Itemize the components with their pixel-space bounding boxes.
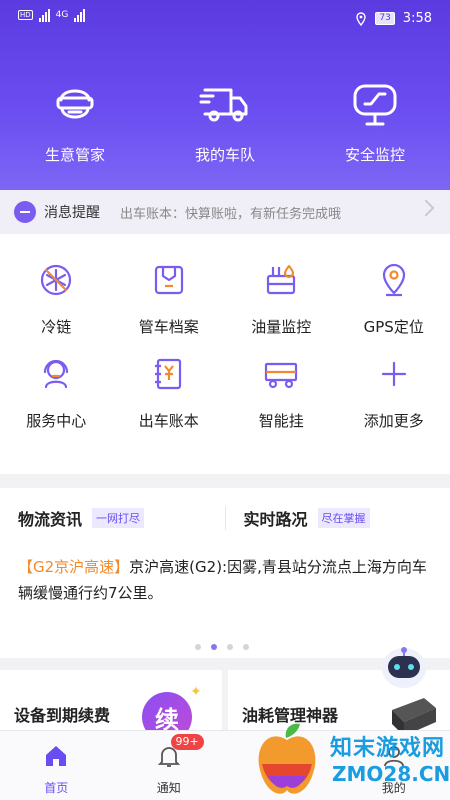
watermark-domain: ZMO28.CN	[332, 762, 450, 786]
carousel-dot[interactable]	[243, 644, 249, 650]
feature-grid: 冷链 管车档案 油量监控 GPS定位 服务中心 出车账本 智能挂 添加更多	[0, 234, 450, 474]
sparkle-icon: ✦	[190, 684, 202, 700]
grid-item-trip-ledger[interactable]: 出车账本	[113, 356, 226, 458]
grid-item-smart-trailer[interactable]: 智能挂	[225, 356, 338, 458]
tab-label: 通知	[156, 781, 181, 795]
news-tab-title: 物流资讯	[18, 510, 83, 529]
home-icon	[46, 746, 67, 766]
top-nav-steward[interactable]: 生意管家	[0, 78, 150, 165]
top-nav-label: 生意管家	[44, 146, 105, 164]
watermark: 知末游戏网 ZMO28.CN	[248, 718, 450, 800]
grid-item-fuel-monitor[interactable]: 油量监控	[225, 262, 338, 346]
snowflake-icon	[41, 264, 72, 296]
carousel-dot-active[interactable]	[211, 644, 217, 650]
carousel-dot[interactable]	[227, 644, 233, 650]
grid-item-add-more[interactable]: 添加更多	[338, 356, 450, 458]
network-label: 4G	[55, 10, 69, 20]
grid-item-label: 管车档案	[138, 318, 199, 336]
signal-icon	[74, 8, 86, 22]
status-bar: HD 4G 73 3:58	[0, 0, 450, 40]
news-highlight: 【G2京沪高速】	[18, 558, 130, 576]
monitor-icon	[353, 84, 397, 126]
battery-indicator: 73	[375, 12, 395, 25]
location-pin-icon	[382, 263, 405, 297]
grid-item-label: 冷链	[41, 318, 72, 336]
notice-text: 出车账本：快算账啦，有新任务完成哦	[120, 206, 342, 222]
header: HD 4G 73 3:58 生意管家 我的车队 安全监控	[0, 0, 450, 190]
news-text: 【G2京沪高速】京沪高速(G2):因雾,青县站分流点上海方向车辆缓慢通行约7公里…	[18, 554, 428, 606]
tab-road-conditions[interactable]: 实时路况 尽在掌握	[224, 506, 450, 530]
grid-item-label: 添加更多	[363, 412, 424, 430]
tab-notifications[interactable]: 99+ 通知	[113, 731, 226, 800]
chevron-right-icon[interactable]	[417, 199, 435, 217]
news-card[interactable]: 物流资讯 一网打尽 实时路况 尽在掌握 【G2京沪高速】京沪高速(G2):因雾,…	[0, 488, 450, 658]
truck-icon	[199, 88, 248, 122]
top-nav: 生意管家 我的车队 安全监控	[0, 78, 450, 165]
news-tab-tag: 尽在掌握	[317, 508, 370, 528]
headset-icon	[44, 359, 69, 389]
promo-title: 设备到期续费	[14, 706, 111, 725]
archive-icon	[154, 265, 183, 295]
signal-icon	[38, 8, 50, 22]
grid-item-cold-chain[interactable]: 冷链	[0, 262, 113, 346]
hd-icon: HD	[18, 10, 33, 20]
carousel-dots	[195, 644, 249, 650]
message-icon	[14, 201, 36, 223]
watermark-text: 知末游戏网	[330, 736, 446, 761]
steward-icon	[56, 89, 94, 119]
location-icon	[356, 11, 367, 26]
top-nav-label: 我的车队	[194, 146, 255, 164]
top-nav-fleet[interactable]: 我的车队	[150, 78, 300, 165]
grid-item-label: 油量监控	[251, 318, 312, 336]
top-nav-label: 安全监控	[344, 146, 405, 164]
notice-title: 消息提醒	[44, 205, 100, 221]
tab-logistics-news[interactable]: 物流资讯 一网打尽	[0, 506, 225, 530]
tab-label: 首页	[44, 781, 69, 795]
grid-item-service-center[interactable]: 服务中心	[0, 356, 113, 458]
grid-item-label: 服务中心	[26, 412, 87, 430]
plus-icon	[381, 361, 406, 387]
grid-item-label: 出车账本	[138, 412, 199, 430]
fuel-icon	[267, 264, 296, 295]
top-nav-security[interactable]: 安全监控	[300, 78, 450, 165]
trailer-icon	[265, 362, 298, 389]
grid-item-gps[interactable]: GPS定位	[338, 262, 450, 346]
news-tab-tag: 一网打尽	[92, 508, 145, 528]
notice-bar[interactable]: 消息提醒 出车账本：快算账啦，有新任务完成哦	[0, 190, 450, 234]
robot-assistant-icon[interactable]	[378, 642, 430, 694]
tab-home[interactable]: 首页	[0, 731, 113, 800]
notification-count-badge: 99+	[170, 734, 204, 750]
news-tab-title: 实时路况	[243, 510, 308, 529]
grid-item-label: 智能挂	[258, 412, 304, 430]
grid-item-label: GPS定位	[363, 318, 424, 336]
carousel-dot[interactable]	[195, 644, 201, 650]
clock: 3:58	[402, 11, 432, 26]
grid-item-vehicle-archive[interactable]: 管车档案	[113, 262, 226, 346]
watermark-logo-icon	[258, 723, 316, 794]
ledger-icon	[154, 358, 181, 390]
